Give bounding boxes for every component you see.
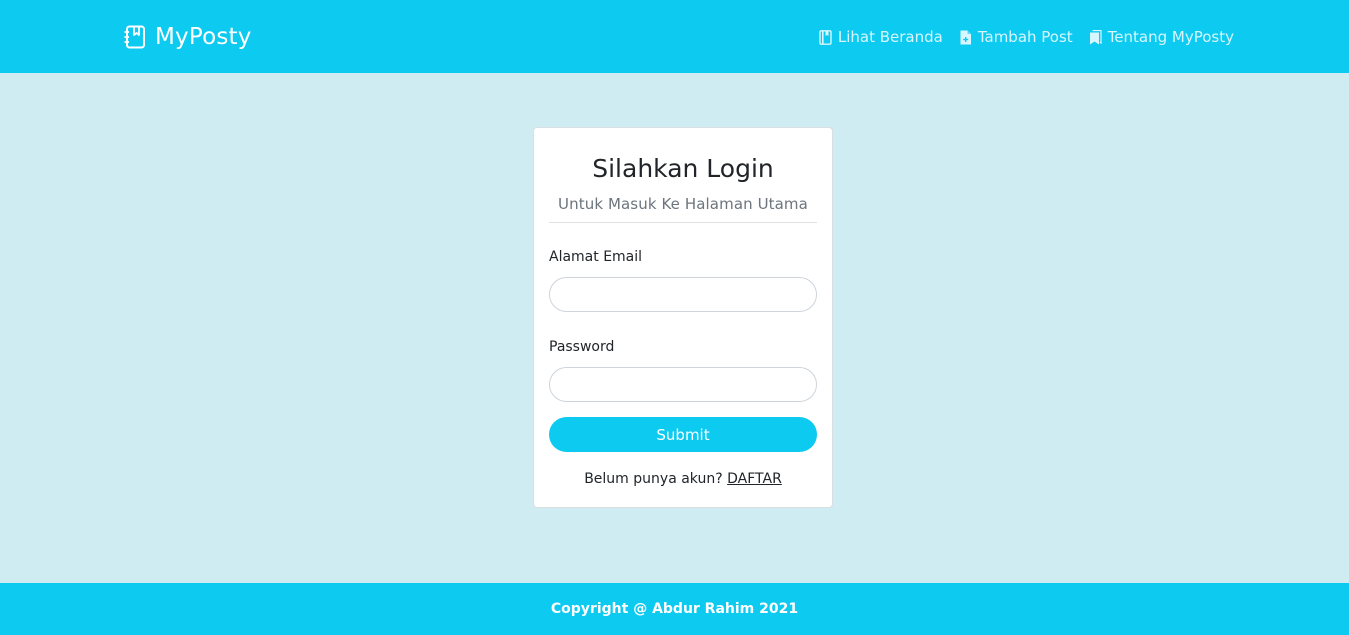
brand-name: MyPosty [155,24,252,50]
password-input[interactable] [549,367,817,402]
copyright-text: Copyright @ Abdur Rahim 2021 [550,601,799,617]
brand-link[interactable]: MyPosty [124,22,252,52]
email-input[interactable] [549,277,817,312]
email-label: Alamat Email [549,249,643,265]
nav-link-label: Tambah Post [977,28,1073,46]
nav-link-label: Tentang MyPosty [1107,28,1234,46]
file-plus-icon [959,30,972,45]
submit-button[interactable]: Submit [549,417,817,452]
notebook-icon [124,25,146,49]
divider [549,222,817,223]
nav-links: Lihat Beranda Tambah Post Tentang MyPost… [819,26,1234,48]
login-subtitle: Untuk Masuk Ke Halaman Utama [558,195,808,213]
password-label: Password [549,339,615,355]
nav-link-tambah-post[interactable]: Tambah Post [959,28,1073,46]
register-link[interactable]: DAFTAR [727,471,782,487]
login-card: Silahkan Login Untuk Masuk Ke Halaman Ut… [533,127,833,508]
nav-link-label: Lihat Beranda [837,28,943,46]
nav-link-beranda[interactable]: Lihat Beranda [819,28,943,46]
bookmarks-icon [1089,29,1102,45]
register-prompt-line: Belum punya akun? DAFTAR [549,470,817,488]
nav-link-tentang[interactable]: Tentang MyPosty [1089,28,1234,46]
footer: Copyright @ Abdur Rahim 2021 [0,583,1349,635]
login-title: Silahkan Login [592,154,774,183]
navbar: MyPosty Lihat Beranda Tambah Post Tentan… [0,0,1349,73]
book-icon [819,29,832,45]
register-prompt: Belum punya akun? [584,471,723,487]
